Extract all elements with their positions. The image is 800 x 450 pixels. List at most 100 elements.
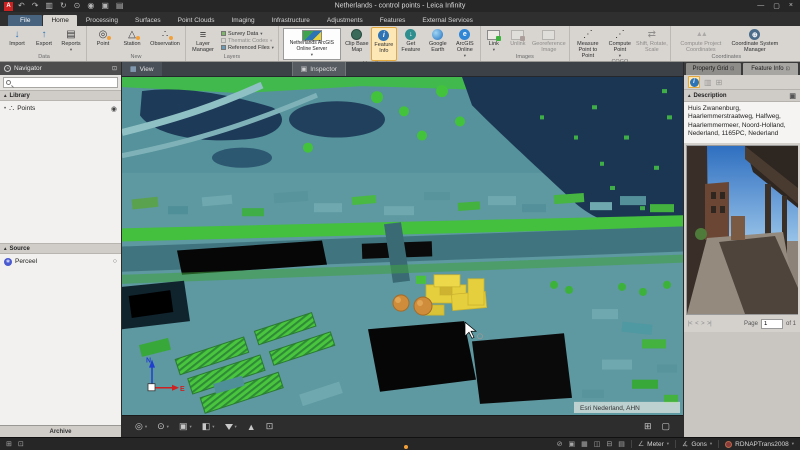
- tab-property-grid[interactable]: Property Grid ⊡: [686, 63, 741, 75]
- tab-external-services[interactable]: External Services: [414, 15, 481, 27]
- compute-point-button[interactable]: ⋰ Compute Point ▾: [605, 27, 635, 59]
- view-tab-icon: ▦: [130, 66, 137, 73]
- georeference-image-icon: [542, 29, 556, 40]
- survey-data-menu[interactable]: Survey Data ▾: [221, 31, 274, 37]
- referenced-files-menu[interactable]: Referenced Files ▾: [221, 45, 274, 51]
- clip-base-map-button[interactable]: Clip Base Map: [344, 27, 370, 61]
- undo-icon[interactable]: ↶: [18, 1, 25, 11]
- tab-adjustments[interactable]: Adjustments: [319, 15, 371, 27]
- pin-icon[interactable]: ⊡: [112, 65, 117, 72]
- orbit-tool-button[interactable]: ◎ ▾: [132, 421, 150, 432]
- map-svg[interactable]: N E Esri Nederland, AHN: [122, 77, 683, 415]
- tank-point-1[interactable]: [392, 294, 410, 312]
- tab-feature-info[interactable]: Feature Info ⊡: [743, 63, 798, 75]
- angle-unit-selector[interactable]: ∡ Gons ▾: [682, 440, 712, 449]
- station-icon: △: [118, 28, 146, 41]
- arcgis-online-button[interactable]: e ArcGIS Online ▾: [452, 27, 478, 61]
- tab-home[interactable]: Home: [43, 14, 77, 26]
- info-mode-button[interactable]: i: [688, 76, 700, 88]
- reports-button[interactable]: ▤ Reports ▾: [58, 27, 84, 54]
- distance-unit-selector[interactable]: ∠ Meter ▾: [638, 440, 669, 449]
- tab-point-clouds[interactable]: Point Clouds: [170, 15, 223, 27]
- snap-intersect-icon[interactable]: ⊟: [606, 440, 612, 448]
- group-label-layers: Layers: [223, 54, 241, 60]
- pin-icon[interactable]: ⊡: [786, 66, 790, 72]
- new-observation-button[interactable]: ∴ Observation: [147, 27, 183, 54]
- navigator-title: Navigator: [14, 65, 42, 72]
- perceel-radio[interactable]: ○: [113, 258, 117, 265]
- tree-item-points[interactable]: • ∴ Points ◉: [0, 101, 121, 116]
- coordinate-system-selector[interactable]: RDNAPTrans2008 ▾: [725, 440, 794, 448]
- snap-grid-icon[interactable]: ▣: [569, 440, 576, 448]
- close-button[interactable]: ×: [789, 2, 793, 10]
- view-tab-bar: ▦ View ▣ Inspector: [122, 62, 683, 77]
- ribbon-group-layers: ≡ Layer Manager Survey Data ▾ Thematic C…: [186, 26, 279, 61]
- visibility-eye-icon[interactable]: ◉: [111, 105, 117, 113]
- snap-off-icon[interactable]: ⊘: [557, 440, 563, 448]
- pager-next-button[interactable]: >: [701, 321, 705, 327]
- description-section-header[interactable]: ▴ Description ▣: [684, 90, 800, 102]
- tin-view-button[interactable]: ▲: [244, 422, 259, 432]
- measure-point-to-point-button[interactable]: ⋰ Measure Point to Point: [572, 27, 604, 59]
- select-area-button[interactable]: ⊡: [263, 421, 277, 432]
- filter-button[interactable]: ▾: [222, 423, 240, 430]
- layout-icon[interactable]: ⊞: [6, 440, 12, 448]
- tab-processing[interactable]: Processing: [78, 15, 126, 27]
- window-title: Netherlands - control points - Leica Inf…: [334, 2, 466, 10]
- tab-file[interactable]: File: [8, 14, 43, 26]
- panel-layout-icon[interactable]: ⊡: [18, 440, 24, 448]
- layer-manager-button[interactable]: ≡ Layer Manager: [188, 27, 218, 54]
- refresh-icon[interactable]: ↻: [60, 1, 67, 11]
- redo-icon[interactable]: ↷: [32, 1, 39, 11]
- snap-lines-icon[interactable]: ◫: [594, 440, 601, 448]
- google-earth-button[interactable]: Google Earth: [425, 27, 451, 61]
- tab-imaging[interactable]: Imaging: [224, 15, 263, 27]
- delete-icon[interactable]: ▥: [45, 1, 53, 11]
- sync-icon[interactable]: ⊙: [74, 1, 81, 11]
- page-number-input[interactable]: [760, 319, 783, 330]
- snap-points-icon[interactable]: ▦: [581, 440, 588, 448]
- search-input[interactable]: [3, 77, 118, 88]
- minimize-button[interactable]: —: [757, 2, 764, 10]
- compute-point-icon: ⋰: [614, 29, 625, 40]
- status-bar: ⊞ ⊡ ⊘ ▣ ▦ ◫ ⊟ ▤ ∠ Meter ▾ ∡ Gons ▾ RDNAP…: [0, 437, 800, 450]
- pin-icon[interactable]: ⊡: [730, 66, 734, 72]
- fit-view-button[interactable]: ⊞: [641, 421, 655, 432]
- pager-last-button[interactable]: >|: [707, 321, 712, 327]
- shading-mode-button[interactable]: ◧ ▾: [199, 421, 218, 432]
- screenshot-button[interactable]: ▢: [658, 421, 673, 432]
- new-station-button[interactable]: △ Station: [118, 27, 146, 54]
- snap-surface-icon[interactable]: ▤: [618, 440, 625, 448]
- tree-item-perceel[interactable]: ∗ Perceel ○: [0, 254, 121, 269]
- library-section-header[interactable]: ▴ Library: [0, 90, 121, 101]
- report-icon[interactable]: ▤: [116, 1, 124, 11]
- netherlands-arcgis-server-button[interactable]: Netherlands ArcGIS Online Server ▾: [282, 28, 341, 60]
- map-canvas[interactable]: N E Esri Nederland, AHN: [122, 77, 683, 415]
- feature-photo[interactable]: [686, 144, 798, 315]
- link-image-button[interactable]: Link ▾: [483, 27, 505, 54]
- tab-surfaces[interactable]: Surfaces: [127, 15, 169, 27]
- copy-icon[interactable]: ▣: [789, 92, 796, 100]
- get-feature-button[interactable]: ↓ Get Feature: [398, 27, 424, 61]
- export-button[interactable]: ↑ Export: [31, 27, 57, 54]
- import-button[interactable]: ↓ Import: [4, 27, 30, 54]
- attach-tool-button[interactable]: ⊙ ▾: [154, 421, 172, 432]
- archive-button[interactable]: Archive: [0, 425, 121, 437]
- source-section-header[interactable]: ▴ Source: [0, 243, 121, 254]
- tank-point-2[interactable]: [413, 296, 433, 316]
- restore-button[interactable]: ▢: [773, 2, 780, 10]
- coordinate-system-manager-button[interactable]: ⊕ Coordinate System Manager: [730, 27, 780, 54]
- tab-features[interactable]: Features: [372, 15, 414, 27]
- tab-inspector[interactable]: ▣ Inspector: [291, 62, 346, 76]
- axis-east-label: E: [180, 386, 185, 393]
- archive-icon[interactable]: ▣: [101, 1, 109, 11]
- display-mode-button[interactable]: ▣ ▾: [176, 421, 195, 432]
- new-point-button[interactable]: ◎ Point: [89, 27, 117, 54]
- tab-infrastructure[interactable]: Infrastructure: [264, 15, 318, 27]
- snapshot-icon[interactable]: ◉: [87, 1, 94, 11]
- pager-prev-button[interactable]: <: [695, 321, 699, 327]
- pager-first-button[interactable]: |<: [688, 321, 693, 327]
- feature-info-button[interactable]: i Feature Info: [370, 27, 397, 61]
- ribbon-group-coordinates: ▲▲ Compute Project Coordinates ⊕ Coordin…: [671, 26, 782, 61]
- tab-view[interactable]: ▦ View: [122, 62, 162, 76]
